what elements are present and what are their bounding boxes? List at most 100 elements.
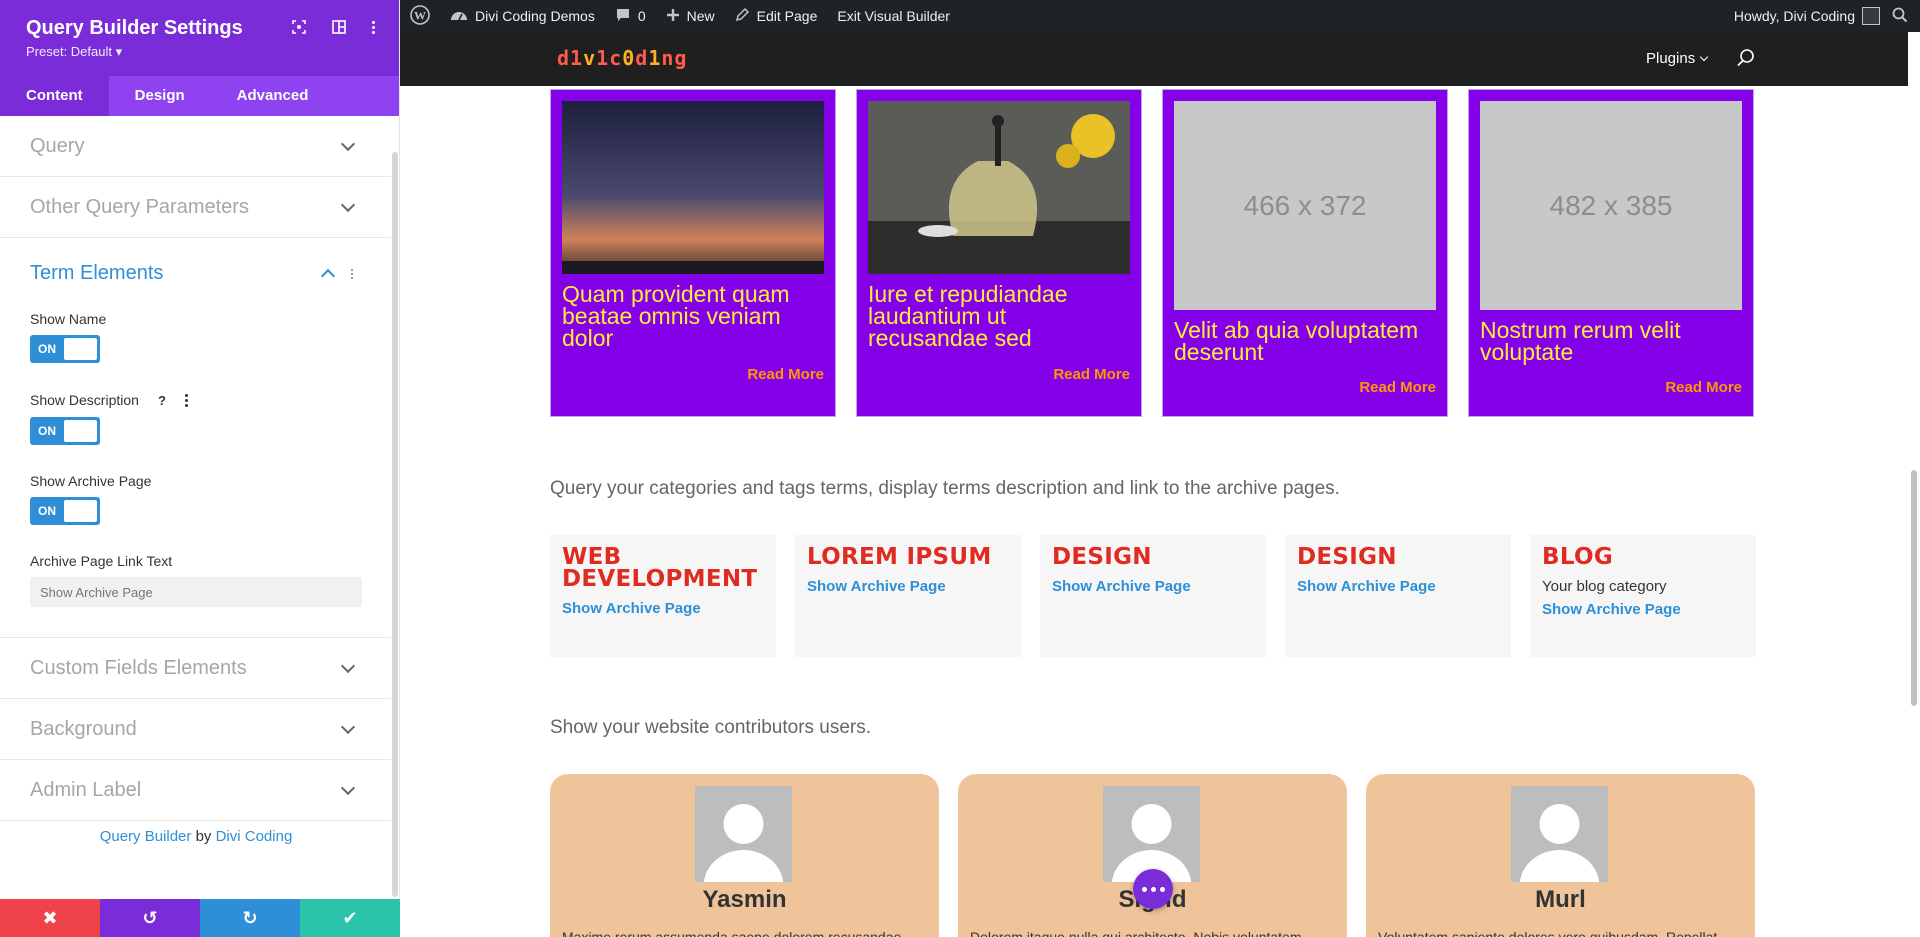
read-more-link[interactable]: Read More [747,366,824,383]
avatar-icon [1862,7,1880,25]
user-card: Yasmin Maxime rerum assumenda saepe dolo… [550,774,939,937]
post-title[interactable]: Iure et repudiandae laudantium ut recusa… [868,283,1130,350]
chevron-down-icon [1699,52,1709,62]
post-image [868,101,1130,274]
dot-icon [1150,886,1156,892]
site-logo[interactable]: d1v1c0d1ng [557,46,687,70]
dashboard-icon [450,7,468,26]
section-admin-label[interactable]: Admin Label [0,760,391,821]
term-name[interactable]: LOREM IPSUM [807,546,1009,569]
term-card: DESIGN Show Archive Page [1040,535,1266,657]
wordpress-menu[interactable]: W [400,0,440,32]
plugin-link[interactable]: Query Builder [100,828,192,845]
section-background[interactable]: Background [0,699,391,760]
site-header: d1v1c0d1ng Plugins [400,32,1908,86]
preset-dropdown[interactable]: Preset: Default ▾ [26,44,373,60]
users-intro-text: Show your website contributors users. [550,717,872,738]
comments-menu[interactable]: 0 [605,0,656,32]
exit-visual-builder-link[interactable]: Exit Visual Builder [827,0,960,32]
avatar [1511,786,1608,882]
post-title[interactable]: Quam provident quam beatae omnis veniam … [562,283,824,350]
show-archive-link[interactable]: Show Archive Page [1542,601,1744,618]
save-button[interactable]: ✔ [300,899,400,937]
read-more-link[interactable]: Read More [1665,379,1742,396]
term-card: LOREM IPSUM Show Archive Page [795,535,1021,657]
focus-icon[interactable] [290,18,308,36]
panel-tabs: Content Design Advanced [0,76,399,116]
more-options-icon[interactable] [364,18,382,36]
chevron-down-icon [340,658,356,674]
tab-content[interactable]: Content [0,76,109,116]
term-name[interactable]: WEB DEVELOPMENT [562,546,764,591]
user-name[interactable]: Yasmin [550,886,939,914]
post-card[interactable]: Quam provident quam beatae omnis veniam … [550,89,836,417]
panel-actions: ✖ ↺ ↻ ✔ [0,899,400,937]
section-options-icon[interactable] [351,268,353,279]
user-card: Murl Voluptatem sapiente dolores vero qu… [1366,774,1755,937]
post-image-placeholder: 466 x 372 [1174,101,1436,310]
builder-options-button[interactable] [1133,869,1173,909]
panel-scrollbar[interactable] [392,152,398,897]
term-name[interactable]: DESIGN [1052,546,1254,569]
term-card: WEB DEVELOPMENT Show Archive Page [550,535,776,657]
post-card[interactable]: 482 x 385 Nostrum rerum velit voluptate … [1468,89,1754,417]
search-toggle[interactable] [1890,0,1920,32]
show-description-label: Show Description ? [30,391,353,409]
section-title: Other Query Parameters [30,195,249,218]
nav-item-plugins[interactable]: Plugins [1646,50,1709,67]
show-archive-link[interactable]: Show Archive Page [1052,578,1254,595]
show-name-toggle[interactable]: ON [30,335,100,363]
svg-text:W: W [414,8,426,22]
help-icon[interactable]: ? [153,391,171,409]
search-icon[interactable] [1736,48,1758,70]
chevron-down-icon [340,780,356,796]
edit-page-link[interactable]: Edit Page [725,0,828,32]
undo-button[interactable]: ↺ [100,899,200,937]
show-description-toggle[interactable]: ON [30,417,100,445]
dot-icon [1141,886,1147,892]
new-content-menu[interactable]: New [656,0,725,32]
page-scrollbar[interactable] [1911,470,1917,706]
read-more-link[interactable]: Read More [1053,366,1130,383]
account-menu[interactable]: Howdy, Divi Coding [1724,0,1890,32]
post-card[interactable]: 466 x 372 Velit ab quia voluptatem deser… [1162,89,1448,417]
show-name-label: Show Name [30,311,107,327]
panel-body: Query Other Query Parameters Term Elemen… [0,116,391,899]
archive-link-text-input[interactable] [30,577,362,607]
term-name[interactable]: BLOG [1542,546,1744,569]
show-archive-link[interactable]: Show Archive Page [562,600,764,617]
section-title: Custom Fields Elements [30,656,247,679]
term-card: BLOG Your blog category Show Archive Pag… [1530,535,1756,657]
section-custom-fields-elements[interactable]: Custom Fields Elements [0,638,391,699]
post-image-placeholder: 482 x 385 [1480,101,1742,310]
section-title: Term Elements [30,262,164,284]
field-options-icon[interactable] [184,393,188,407]
section-title: Background [30,717,137,740]
tab-advanced[interactable]: Advanced [211,76,335,116]
page-content: Quam provident quam beatae omnis veniam … [400,86,1908,937]
user-bio: Maxime rerum assumenda saepe dolorem rec… [562,929,902,937]
redo-button[interactable]: ↻ [200,899,300,937]
term-name[interactable]: DESIGN [1297,546,1499,569]
tab-design[interactable]: Design [109,76,211,116]
site-name-menu[interactable]: Divi Coding Demos [440,0,605,32]
post-title[interactable]: Velit ab quia voluptatem deserunt [1174,319,1436,364]
show-archive-page-toggle[interactable]: ON [30,497,100,525]
author-link[interactable]: Divi Coding [216,828,293,845]
show-archive-link[interactable]: Show Archive Page [807,578,1009,595]
post-title[interactable]: Nostrum rerum velit voluptate [1480,319,1742,364]
layout-icon[interactable] [330,18,348,36]
term-elements-header[interactable]: Term Elements [30,262,353,285]
section-title: Query [30,134,85,157]
section-other-query-parameters[interactable]: Other Query Parameters [0,177,391,238]
admin-bar: W Divi Coding Demos 0 New Edit Page Exit… [400,0,1920,32]
section-query[interactable]: Query [0,116,391,177]
cancel-button[interactable]: ✖ [0,899,100,937]
read-more-link[interactable]: Read More [1359,379,1436,396]
post-card[interactable]: Iure et repudiandae laudantium ut recusa… [856,89,1142,417]
chevron-down-icon [340,136,356,152]
user-card: Sigrid Dolorem itaque nulla qui architec… [958,774,1347,937]
plus-icon [666,8,680,25]
user-name[interactable]: Murl [1366,886,1755,914]
show-archive-link[interactable]: Show Archive Page [1297,578,1499,595]
